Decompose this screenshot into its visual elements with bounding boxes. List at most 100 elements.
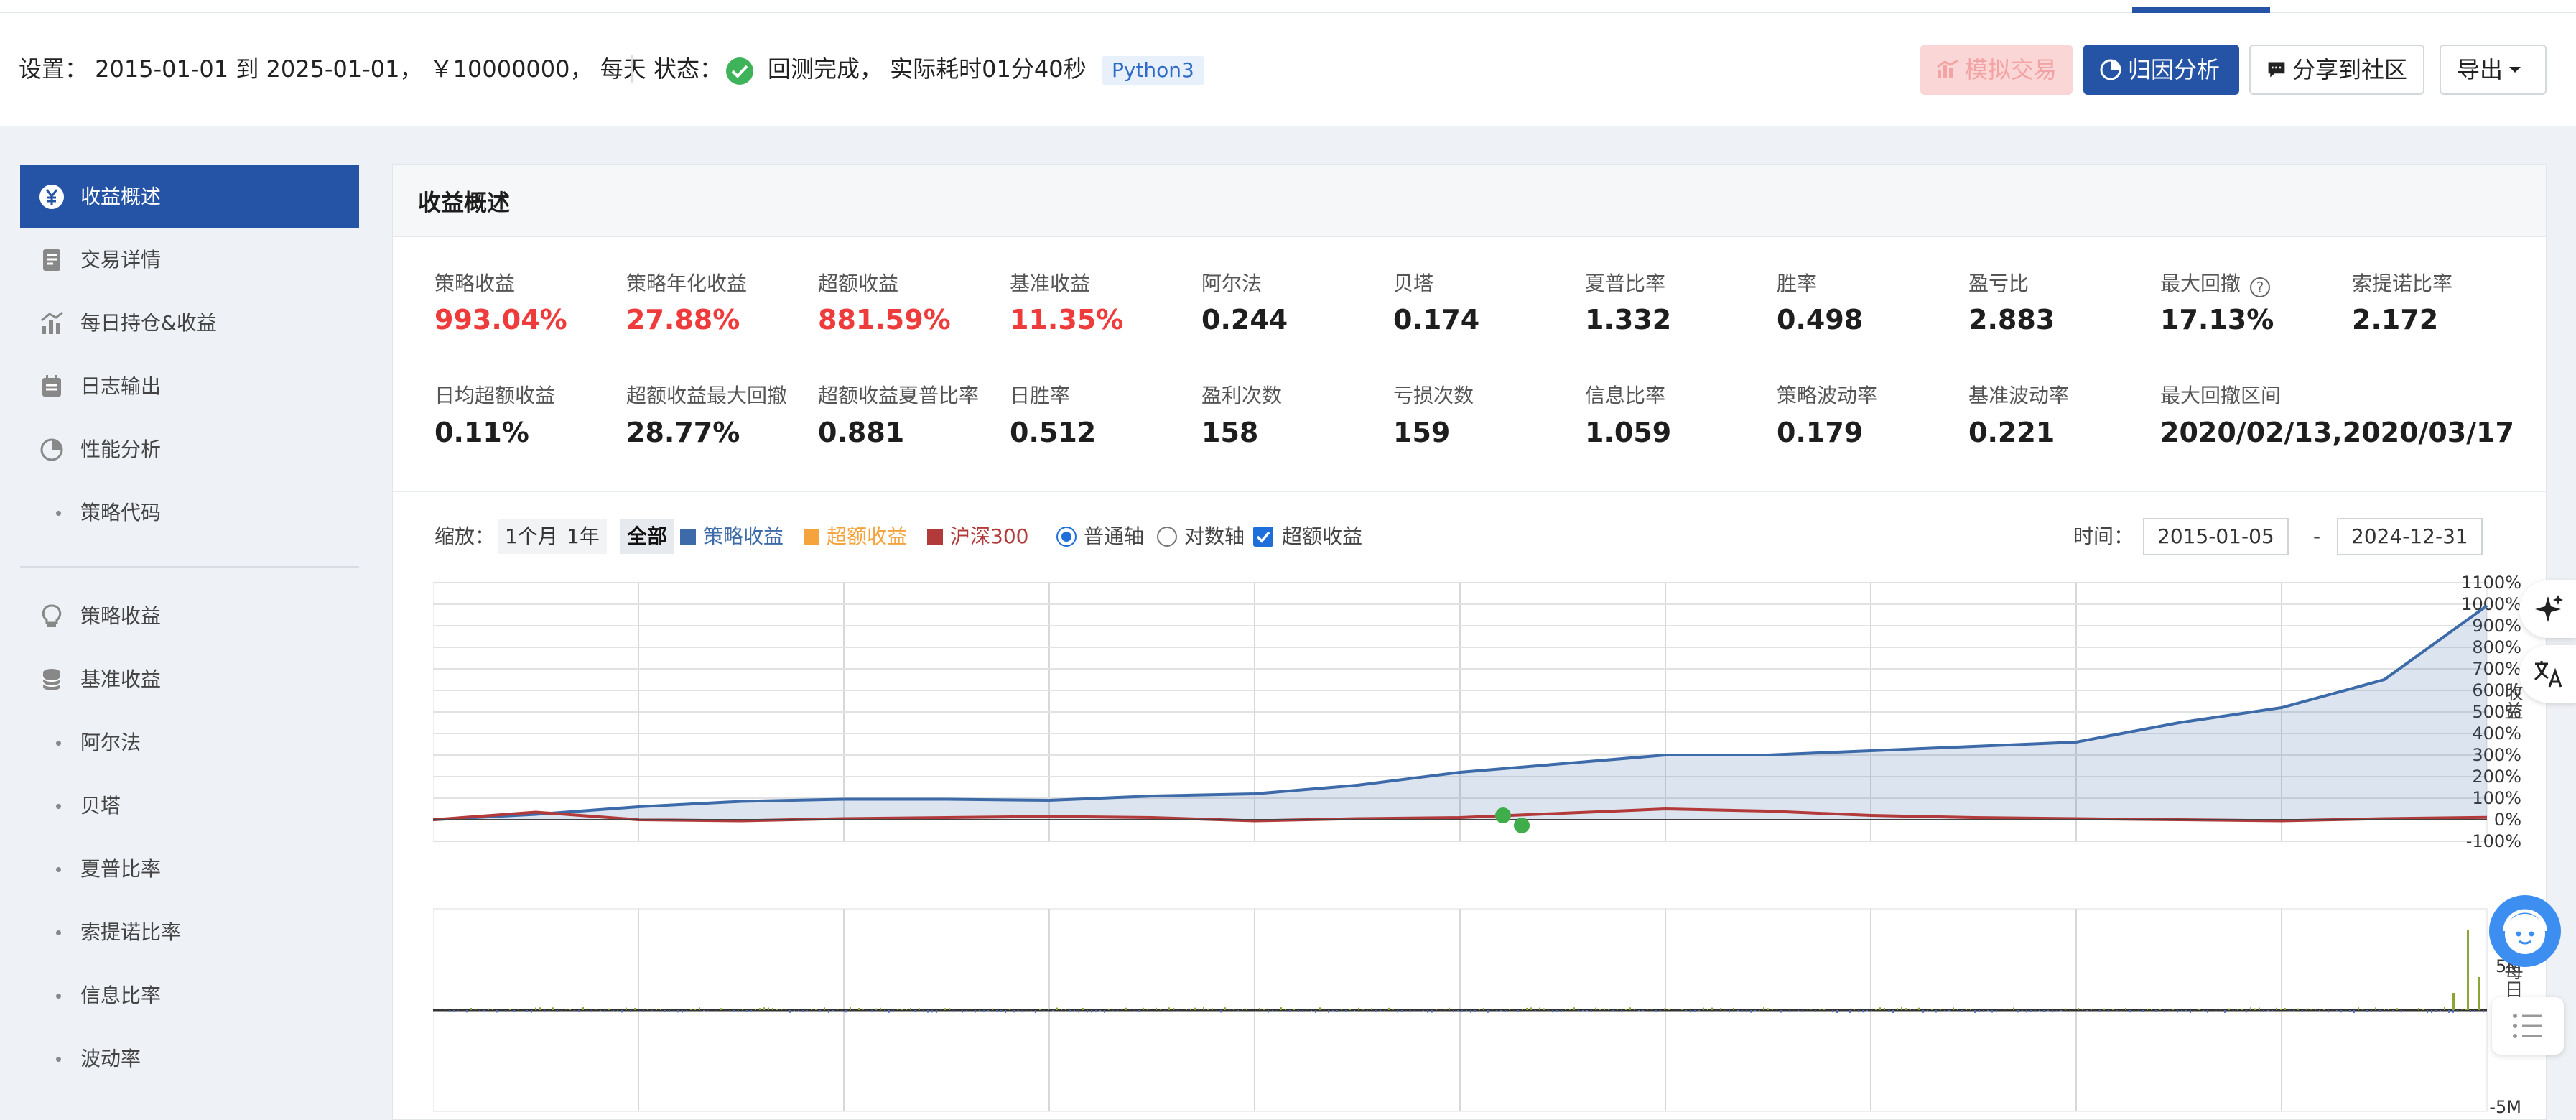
zoom-1-month-button[interactable]: 1个月: [498, 519, 565, 554]
export-dropdown-button[interactable]: 导出: [2440, 45, 2547, 95]
sidebar-item-performance[interactable]: 性能分析: [20, 418, 359, 481]
daily-bar: [2151, 1009, 2152, 1010]
log-axis-radio[interactable]: [1157, 527, 1177, 547]
daily-bar: [1767, 1008, 1769, 1010]
metric-value: 0.221: [1968, 417, 2055, 448]
daily-bar: [2108, 1010, 2109, 1012]
sidebar-item-returns-overview[interactable]: 收益概述: [20, 165, 359, 228]
daily-bar: [2078, 1007, 2079, 1010]
daily-bar: [1349, 1009, 1351, 1010]
daily-bar: [720, 1008, 722, 1010]
ai-sparkle-button[interactable]: [2519, 580, 2576, 638]
simulate-trade-button[interactable]: 模拟交易: [1920, 45, 2073, 95]
zoom-all-button[interactable]: 全部: [620, 519, 675, 554]
sidebar-item-benchmark-returns[interactable]: 基准收益: [20, 648, 359, 711]
daily-bar: [660, 1009, 661, 1010]
metric-value: 158: [1201, 417, 1259, 448]
sidebar-item-strategy-returns[interactable]: 策略收益: [20, 585, 359, 648]
daily-bar: [1608, 1009, 1609, 1010]
daily-bar: [1392, 1009, 1394, 1010]
metric-label: 日胜率: [1010, 384, 1071, 407]
bullet-icon: [56, 511, 61, 516]
daily-bar: [1104, 1010, 1105, 1013]
daily-bar: [789, 1010, 791, 1013]
daily-bar: [1772, 1009, 1773, 1010]
daily-bar: [845, 1010, 847, 1013]
zoom-1-year-button[interactable]: 1年: [559, 519, 607, 554]
daily-bar: [2147, 1008, 2148, 1010]
help-icon[interactable]: ?: [2250, 277, 2271, 297]
daily-bar: [682, 1010, 683, 1013]
daily-bar: [621, 1010, 623, 1013]
daily-bar: [1599, 1009, 1601, 1010]
daily-bar: [2190, 1010, 2191, 1013]
daily-bar: [2267, 1010, 2269, 1012]
sidebar-item-daily-positions[interactable]: 每日持仓&收益: [20, 292, 359, 355]
daily-bar: [2052, 1010, 2053, 1013]
end-date-input[interactable]: 2024-12-31: [2337, 518, 2483, 555]
cumulative-returns-chart[interactable]: 1100%1000%900%800%700%600%500%400%300%20…: [433, 575, 2530, 848]
sidebar-item-log-output[interactable]: 日志输出: [20, 355, 359, 418]
attribution-analysis-button[interactable]: 归因分析: [2083, 45, 2239, 95]
daily-bar: [1052, 1010, 1054, 1012]
support-avatar-button[interactable]: [2489, 895, 2561, 967]
daily-bar: [626, 1007, 627, 1010]
daily-bar: [479, 1010, 480, 1011]
sidebar-item-beta[interactable]: 贝塔: [20, 774, 359, 838]
daily-bar: [1302, 1010, 1303, 1012]
y-tick-label: -5M: [2489, 1097, 2521, 1117]
translate-button[interactable]: [2519, 645, 2576, 703]
sidebar-item-volatility[interactable]: 波动率: [20, 1027, 359, 1091]
daily-bar: [2358, 1007, 2359, 1010]
excess-returns-checkbox-label[interactable]: 超额收益: [1282, 521, 1362, 552]
legend-benchmark-csi300[interactable]: 沪深300: [950, 521, 1028, 552]
daily-bar: [1707, 1008, 1708, 1010]
start-date-input[interactable]: 2015-01-05: [2143, 518, 2289, 555]
daily-bar: [2207, 1010, 2208, 1013]
sidebar-item-alpha[interactable]: 阿尔法: [20, 711, 359, 774]
daily-bar: [2259, 1007, 2260, 1010]
daily-bar: [1879, 1007, 1881, 1010]
daily-bar: [591, 1010, 592, 1012]
sidebar-item-strategy-code[interactable]: 策略代码: [20, 481, 359, 545]
daily-returns-chart[interactable]: 5M0M-5M: [433, 903, 2530, 1119]
checkmark-icon: [1256, 531, 1270, 543]
daily-bar: [2203, 1010, 2204, 1012]
daily-bar: [539, 1007, 541, 1010]
sidebar-item-sharpe[interactable]: 夏普比率: [20, 838, 359, 901]
daily-bar: [910, 1008, 911, 1010]
normal-axis-radio[interactable]: [1056, 527, 1077, 547]
simulate-trade-label: 模拟交易: [1964, 56, 2057, 83]
legend-strategy-returns[interactable]: 策略收益: [703, 521, 784, 552]
daily-bar: [1138, 1010, 1140, 1013]
excess-returns-checkbox[interactable]: [1253, 527, 1273, 547]
sidebar-item-sortino[interactable]: 索提诺比率: [20, 901, 359, 964]
normal-axis-label[interactable]: 普通轴: [1084, 521, 1144, 552]
sidebar-item-trade-details[interactable]: 交易详情: [20, 228, 359, 292]
legend-excess-returns[interactable]: 超额收益: [827, 521, 907, 552]
bullet-icon: [56, 804, 61, 809]
daily-bar: [2159, 1009, 2161, 1010]
share-to-community-button[interactable]: 分享到社区: [2249, 45, 2424, 95]
daily-bar: [1160, 1009, 1161, 1010]
daily-bar: [1328, 1010, 1329, 1013]
daily-bar: [699, 1007, 700, 1010]
daily-bar: [1035, 1010, 1036, 1013]
daily-bar: [772, 1008, 773, 1010]
daily-bar: [1651, 1009, 1652, 1010]
daily-bar: [1970, 1009, 1971, 1010]
log-axis-label[interactable]: 对数轴: [1184, 521, 1245, 552]
list-menu-button[interactable]: [2492, 997, 2564, 1055]
daily-bar: [2440, 1010, 2441, 1012]
daily-bar: [634, 1007, 636, 1010]
daily-bar: [656, 1008, 657, 1010]
sidebar-item-information-ratio[interactable]: 信息比率: [20, 964, 359, 1027]
language-badge: Python3: [1102, 56, 1204, 85]
metric-label: 日均超额收益: [434, 384, 556, 407]
daily-bar: [1461, 1010, 1463, 1012]
daily-bar: [931, 1010, 933, 1013]
daily-bar: [630, 1010, 631, 1012]
daily-bar: [2392, 1010, 2394, 1011]
daily-bar: [1530, 1007, 1532, 1010]
daily-bar: [2465, 1009, 2467, 1010]
